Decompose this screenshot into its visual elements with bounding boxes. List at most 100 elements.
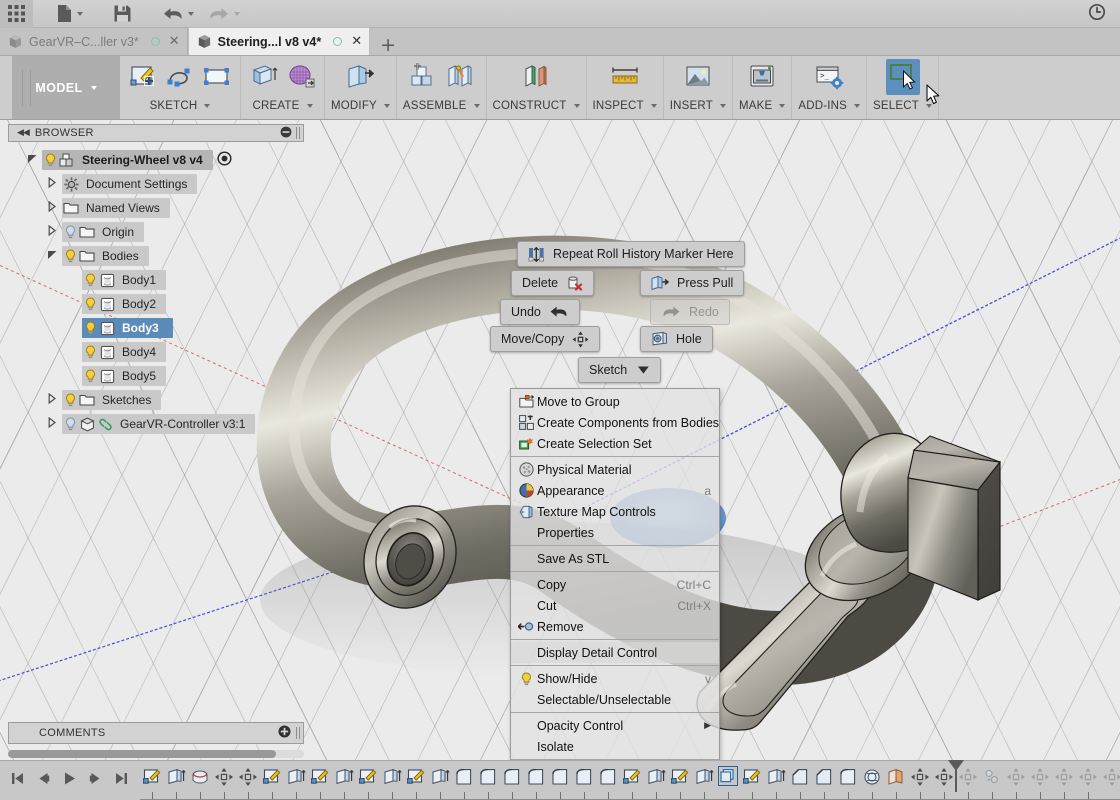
select-button[interactable] <box>885 59 920 95</box>
timeline-feature-chamfer-28[interactable] <box>812 764 836 790</box>
marking-menu-item-sketch[interactable]: Sketch <box>578 357 662 383</box>
insert-button[interactable] <box>681 59 715 95</box>
visibility-toggle[interactable] <box>62 249 78 263</box>
browser-row-sketches[interactable]: Sketches <box>8 388 304 412</box>
timeline-feature-move-32[interactable] <box>908 764 932 790</box>
timeline-feature-sketch-20[interactable] <box>620 764 644 790</box>
ribbon-group-label-make[interactable]: MAKE <box>739 100 786 112</box>
save-button[interactable] <box>106 0 139 28</box>
timeline-feature-extrude-21[interactable] <box>644 764 668 790</box>
redo-button[interactable] <box>201 0 247 28</box>
collapse-arrow-icon[interactable] <box>22 153 42 167</box>
browser-row-content[interactable]: Body2 <box>82 294 167 314</box>
measure-button[interactable] <box>608 59 642 95</box>
timeline-feature-fillet-29[interactable] <box>836 764 860 790</box>
plus-circle-icon[interactable] <box>278 725 291 741</box>
new-component-button[interactable] <box>406 59 440 95</box>
timeline-feature-move-4[interactable] <box>236 764 260 790</box>
workspace-switcher[interactable]: MODEL <box>12 56 120 119</box>
press-pull-button[interactable] <box>343 59 377 95</box>
browser-row-content[interactable]: Steering-Wheel v8 v4 <box>42 150 213 170</box>
timeline-feature-move-39[interactable] <box>1076 764 1100 790</box>
context-menu-item-opacity-control[interactable]: Opacity Control ▶ <box>511 715 719 736</box>
offset-plane-button[interactable] <box>519 59 553 95</box>
ribbon-group-label-construct[interactable]: CONSTRUCT <box>493 100 580 112</box>
context-menu-item-show-hide[interactable]: Show/Hide v <box>511 668 719 689</box>
timeline-feature-fillet-18[interactable] <box>572 764 596 790</box>
browser-row-content[interactable]: Sketches <box>62 390 162 410</box>
context-menu-item-remove[interactable]: Remove <box>511 616 719 637</box>
marking-menu-item-press-pull[interactable]: Press Pull <box>640 270 745 296</box>
ribbon-group-label-assemble[interactable]: ASSEMBLE <box>403 100 480 112</box>
browser-row-body4[interactable]: Body4 <box>8 340 304 364</box>
timeline-feature-extrude-8[interactable] <box>332 764 356 790</box>
browser-row-body1[interactable]: Body1 <box>8 268 304 292</box>
context-menu-item-create-selection-set[interactable]: Create Selection Set <box>511 433 719 454</box>
timeline-feature-fillet-19[interactable] <box>596 764 620 790</box>
browser-row-body5[interactable]: Body5 <box>8 364 304 388</box>
timeline-feature-fillet-13[interactable] <box>452 764 476 790</box>
context-menu-item-copy[interactable]: Copy Ctrl+C <box>511 574 719 595</box>
make-3dprint-button[interactable] <box>745 59 779 95</box>
timeline-feature-move-40[interactable] <box>1100 764 1120 790</box>
marking-menu-item-repeat-roll-history-marker-here[interactable]: Repeat Roll History Marker Here <box>517 241 745 267</box>
timeline-feature-extrude-1[interactable] <box>164 764 188 790</box>
skip-end-button[interactable] <box>110 766 132 790</box>
skip-start-button[interactable] <box>6 766 28 790</box>
visibility-toggle[interactable] <box>82 321 98 335</box>
ribbon-group-label-sketch[interactable]: SKETCH <box>150 100 211 112</box>
context-menu-item-create-components-from-bodies[interactable]: Create Components from Bodies <box>511 412 719 433</box>
browser-row-content[interactable]: Body3 <box>82 318 173 338</box>
timeline-feature-thread-30[interactable] <box>860 764 884 790</box>
timeline-feature-move-38[interactable] <box>1052 764 1076 790</box>
timeline-feature-extrude-23[interactable] <box>692 764 716 790</box>
browser-row-content[interactable]: Origin <box>62 222 145 242</box>
browser-row-body2[interactable]: Body2 <box>8 292 304 316</box>
timeline-feature-pattern-24[interactable] <box>716 764 740 790</box>
collapse-left-icon[interactable]: ◀◀ <box>9 128 35 138</box>
timeline-track[interactable] <box>140 760 1120 800</box>
expand-arrow-icon[interactable] <box>42 200 62 215</box>
context-menu-item-properties[interactable]: Properties <box>511 522 719 543</box>
timeline-feature-joint-35[interactable] <box>980 764 1004 790</box>
context-menu-item-physical-material[interactable]: Physical Material <box>511 459 719 480</box>
create-sketch-button[interactable] <box>126 59 160 95</box>
undo-button[interactable] <box>155 0 201 28</box>
timeline-feature-fillet-16[interactable] <box>524 764 548 790</box>
expand-arrow-icon[interactable] <box>42 224 62 239</box>
file-menu-button[interactable] <box>49 0 90 28</box>
app-grid-button[interactable] <box>0 0 33 28</box>
ribbon-group-label-select[interactable]: SELECT <box>873 100 932 112</box>
context-menu-item-appearance[interactable]: Appearance a <box>511 480 719 501</box>
browser-row-content[interactable]: Document Settings <box>62 174 198 194</box>
timeline-playhead[interactable] <box>948 760 964 792</box>
context-menu-item-cut[interactable]: Cut Ctrl+X <box>511 595 719 616</box>
panel-resize-grip[interactable] <box>296 127 300 139</box>
tab-close-icon[interactable]: ✕ <box>351 35 362 48</box>
timeline-feature-extrude-10[interactable] <box>380 764 404 790</box>
timeline-feature-sketch-22[interactable] <box>668 764 692 790</box>
browser-row-content[interactable]: GearVR-Controller v3:1 <box>62 414 256 434</box>
timeline-feature-fillet-17[interactable] <box>548 764 572 790</box>
browser-row-document-settings[interactable]: Document Settings <box>8 172 304 196</box>
visibility-toggle[interactable] <box>82 297 98 311</box>
browser-row-bodies[interactable]: Bodies <box>8 244 304 268</box>
timeline-feature-sketch-25[interactable] <box>740 764 764 790</box>
minus-circle-icon[interactable] <box>280 126 292 141</box>
ribbon-group-label-inspect[interactable]: INSPECT <box>593 100 657 112</box>
timeline-feature-sketch-0[interactable] <box>140 764 164 790</box>
marking-menu-item-delete[interactable]: Delete <box>511 270 595 296</box>
browser-row-content[interactable]: Body4 <box>82 342 167 362</box>
tab-steering-wheel[interactable]: Steering...l v8 v4* ✕ <box>187 27 371 55</box>
context-menu-item-move-to-group[interactable]: Move to Group <box>511 391 719 412</box>
timeline-feature-move-3[interactable] <box>212 764 236 790</box>
scrollbar-thumb[interactable] <box>8 750 276 758</box>
browser-row-gearvr-controller-v3-1[interactable]: GearVR-Controller v3:1 <box>8 412 304 436</box>
extrude-button[interactable] <box>247 59 281 95</box>
marking-menu-item-move-copy[interactable]: Move/Copy <box>490 326 601 352</box>
tab-gearvr-controller[interactable]: GearVR–C...ller v3* ✕ <box>0 28 188 55</box>
marking-menu-item-hole[interactable]: Hole <box>640 326 713 352</box>
timeline-feature-sketch-9[interactable] <box>356 764 380 790</box>
step-forward-button[interactable] <box>84 766 106 790</box>
timeline-feature-move-37[interactable] <box>1028 764 1052 790</box>
